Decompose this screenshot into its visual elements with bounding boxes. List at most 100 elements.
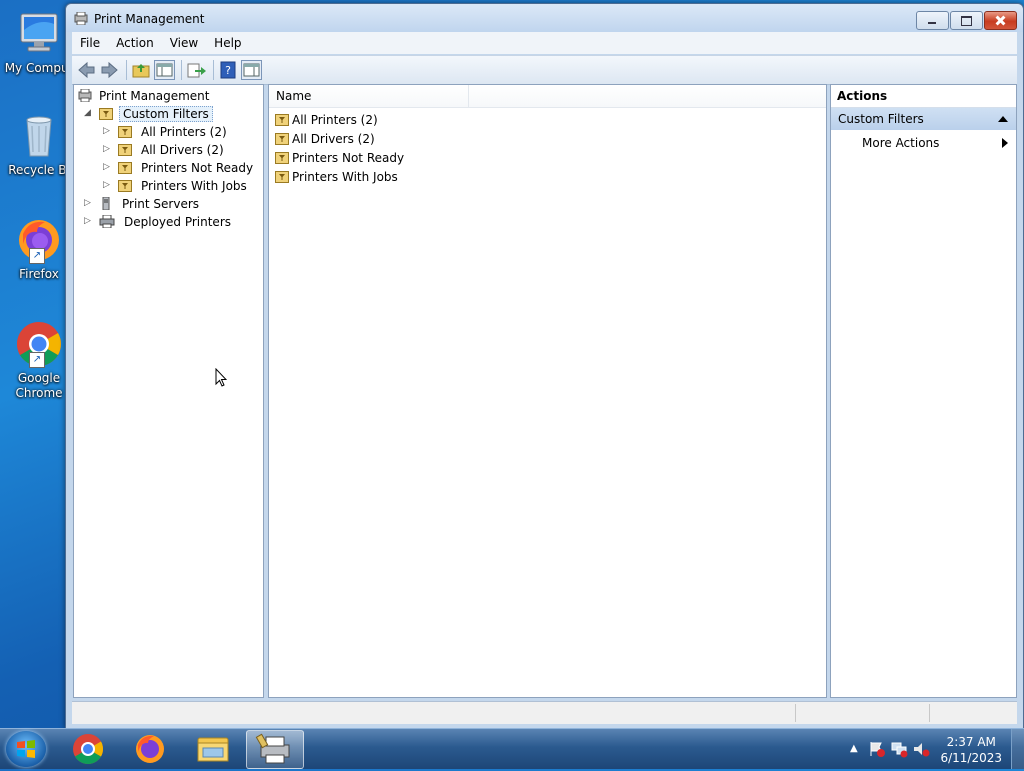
network-icon[interactable] xyxy=(890,740,908,758)
tree-node-printers-not-ready[interactable]: ▷ Printers Not Ready xyxy=(103,159,256,176)
print-management-icon xyxy=(78,89,92,102)
print-management-icon xyxy=(74,12,88,25)
actions-group-custom-filters[interactable]: Custom Filters xyxy=(831,108,1016,130)
list-item[interactable]: All Printers (2) xyxy=(275,111,378,128)
menu-file[interactable]: File xyxy=(72,36,108,50)
menu-view[interactable]: View xyxy=(162,36,206,50)
shortcut-arrow-icon: ↗ xyxy=(29,352,45,368)
actions-group-label: Custom Filters xyxy=(838,112,924,126)
filter-folder-icon xyxy=(275,133,289,145)
volume-muted-icon[interactable] xyxy=(912,740,930,758)
menu-bar: File Action View Help xyxy=(72,32,1017,54)
filter-folder-icon xyxy=(118,144,132,156)
expand-arrow-icon[interactable]: ▷ xyxy=(84,199,93,208)
actions-pane: Actions Custom Filters More Actions xyxy=(830,84,1017,698)
expand-arrow-icon[interactable]: ▷ xyxy=(103,145,112,154)
status-divider xyxy=(795,704,796,722)
recycle-bin-icon xyxy=(15,112,63,160)
firefox-icon: ↗ xyxy=(15,216,63,264)
file-explorer-icon xyxy=(197,737,229,762)
list-item-label: Printers With Jobs xyxy=(292,169,398,184)
tree-node-custom-filters[interactable]: ◢ Custom Filters xyxy=(84,105,213,122)
tree-node-root[interactable]: Print Management xyxy=(78,87,212,104)
action-center-flag-icon[interactable] xyxy=(868,740,886,758)
menu-action[interactable]: Action xyxy=(108,36,162,50)
show-hide-tree-button[interactable] xyxy=(154,60,175,80)
print-management-icon xyxy=(255,733,290,764)
expand-arrow-icon[interactable]: ▷ xyxy=(103,163,112,172)
list-item-label: All Printers (2) xyxy=(292,112,378,127)
actions-title: Actions xyxy=(831,85,1016,108)
printer-icon xyxy=(99,215,115,228)
export-list-button[interactable] xyxy=(186,60,207,80)
submenu-arrow-icon xyxy=(1002,138,1008,148)
show-hide-action-pane-icon xyxy=(243,63,260,77)
expand-arrow-icon[interactable]: ▷ xyxy=(103,181,112,190)
show-hide-tree-icon xyxy=(156,63,173,77)
tree-node-label: Custom Filters xyxy=(119,105,213,122)
mouse-cursor-icon xyxy=(215,368,227,387)
tree-node-all-printers[interactable]: ▷ All Printers (2) xyxy=(103,123,230,140)
column-header-name[interactable]: Name xyxy=(269,85,469,107)
maximize-button[interactable] xyxy=(950,11,983,30)
firefox-icon xyxy=(136,735,164,763)
list-item[interactable]: Printers With Jobs xyxy=(275,168,398,185)
taskbar-firefox-button[interactable] xyxy=(122,730,178,767)
list-item-label: All Drivers (2) xyxy=(292,131,375,146)
clock[interactable]: 2:37 AM 6/11/2023 xyxy=(940,734,1002,766)
toolbar-separator xyxy=(126,60,127,80)
back-icon xyxy=(78,61,95,79)
tree-node-label: All Printers (2) xyxy=(141,124,227,139)
more-actions-item[interactable]: More Actions xyxy=(862,133,1016,153)
status-divider xyxy=(929,704,930,722)
tree-node-deployed-printers[interactable]: ▷ Deployed Printers xyxy=(84,213,234,230)
computer-icon xyxy=(15,10,63,58)
collapse-up-icon[interactable] xyxy=(998,116,1008,122)
taskbar: ▲ 2:37 AM 6/11/2023 xyxy=(0,728,1024,769)
up-one-level-button[interactable] xyxy=(131,60,152,80)
minimize-button[interactable] xyxy=(916,11,949,30)
filter-folder-icon xyxy=(118,180,132,192)
taskbar-chrome-button[interactable] xyxy=(60,730,116,767)
collapse-arrow-icon[interactable]: ◢ xyxy=(84,109,93,118)
up-folder-icon xyxy=(132,64,150,78)
show-desktop-button[interactable] xyxy=(1011,729,1024,769)
console-tree: Print Management ◢ Custom Filters ▷ All … xyxy=(73,84,264,698)
taskbar-explorer-button[interactable] xyxy=(185,730,241,767)
tree-node-print-servers[interactable]: ▷ Print Servers xyxy=(84,195,202,212)
tree-node-all-drivers[interactable]: ▷ All Drivers (2) xyxy=(103,141,227,158)
show-hidden-icons-icon[interactable]: ▲ xyxy=(850,743,858,754)
help-icon: ? xyxy=(220,61,236,79)
toolbar-separator xyxy=(181,60,182,80)
forward-button[interactable] xyxy=(99,60,120,80)
filter-folder-icon xyxy=(118,162,132,174)
system-tray: ▲ 2:37 AM 6/11/2023 xyxy=(834,729,1024,769)
print-management-window: Print Management File Action View Help ?… xyxy=(65,3,1024,729)
help-button[interactable]: ? xyxy=(218,60,239,80)
results-list: Name All Printers (2) All Drivers (2) Pr… xyxy=(268,84,827,698)
start-button[interactable] xyxy=(6,731,46,767)
list-item[interactable]: All Drivers (2) xyxy=(275,130,375,147)
title-bar[interactable]: Print Management xyxy=(66,4,1023,32)
show-hide-action-pane-button[interactable] xyxy=(241,60,262,80)
filter-folder-icon xyxy=(99,108,113,120)
windows-logo-icon xyxy=(17,740,35,758)
toolbar: ? xyxy=(72,55,1017,85)
taskbar-print-management-button[interactable] xyxy=(246,730,304,769)
status-bar xyxy=(72,701,1017,724)
tree-node-label: Printers With Jobs xyxy=(141,178,247,193)
close-button[interactable] xyxy=(984,11,1017,30)
tree-node-printers-with-jobs[interactable]: ▷ Printers With Jobs xyxy=(103,177,250,194)
tree-node-label: Print Management xyxy=(99,88,210,103)
filter-folder-icon xyxy=(275,114,289,126)
list-header: Name xyxy=(269,85,826,108)
filter-folder-icon xyxy=(275,152,289,164)
list-item[interactable]: Printers Not Ready xyxy=(275,149,404,166)
expand-arrow-icon[interactable]: ▷ xyxy=(103,127,112,136)
back-button[interactable] xyxy=(76,60,97,80)
expand-arrow-icon[interactable]: ▷ xyxy=(84,217,93,226)
menu-help[interactable]: Help xyxy=(206,36,249,50)
tree-node-label: Print Servers xyxy=(122,196,200,211)
filter-folder-icon xyxy=(275,171,289,183)
shortcut-arrow-icon: ↗ xyxy=(29,248,45,264)
